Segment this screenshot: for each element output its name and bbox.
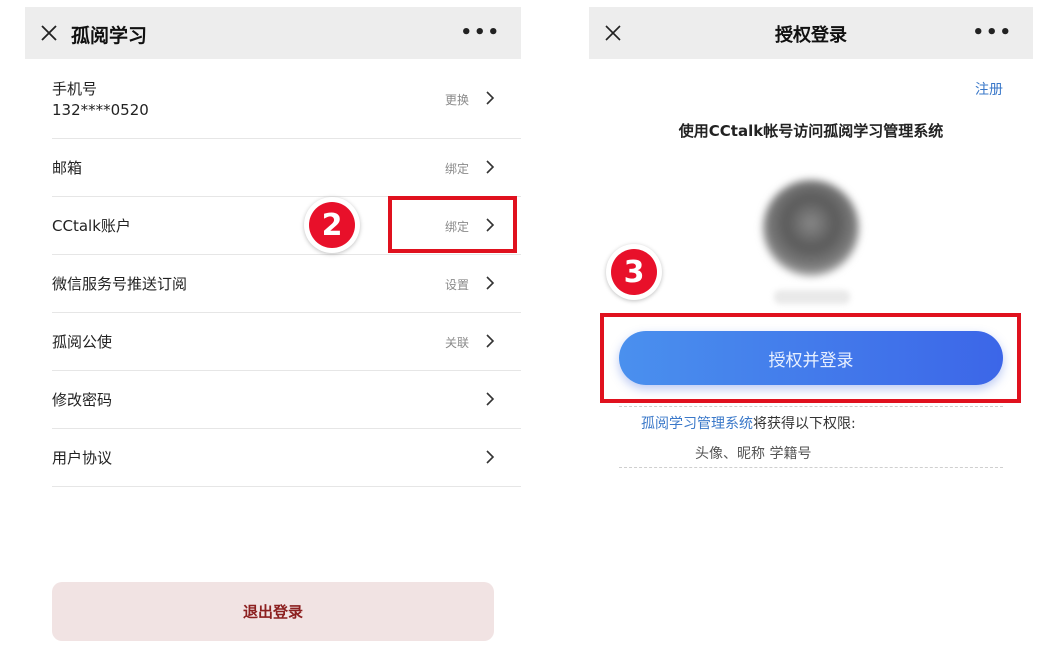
- bind-email-link[interactable]: 绑定: [445, 160, 469, 177]
- permission-suffix: 将获得以下权限:: [753, 416, 856, 432]
- step-3-highlight: [600, 313, 1021, 403]
- more-icon[interactable]: •••: [972, 24, 1013, 42]
- permission-items: 头像、昵称 学籍号: [695, 446, 812, 462]
- settings-row-change-password[interactable]: 修改密码: [52, 371, 521, 429]
- register-link[interactable]: 注册: [975, 79, 1003, 99]
- permission-statement: 孤阅学习管理系统将获得以下权限:: [641, 413, 856, 433]
- access-heading: 使用CCtalk帐号访问孤阅学习管理系统: [678, 122, 944, 140]
- page-title: 孤阅学习: [71, 25, 148, 47]
- row-label: 修改密码: [52, 391, 113, 409]
- logout-button[interactable]: 退出登录: [52, 582, 494, 641]
- settings-row-phone[interactable]: 手机号 132****0520 更换: [52, 59, 521, 139]
- avatar: [763, 180, 859, 276]
- close-icon[interactable]: [39, 23, 59, 43]
- chevron-right-icon: [486, 450, 495, 464]
- more-icon[interactable]: •••: [460, 24, 501, 42]
- divider-top: [619, 406, 1003, 407]
- row-label: 微信服务号推送订阅: [52, 275, 188, 293]
- row-label: 用户协议: [52, 449, 113, 467]
- settings-row-wechat-subscription[interactable]: 微信服务号推送订阅 设置: [52, 255, 521, 313]
- row-label: CCtalk账户: [52, 217, 131, 235]
- wechat-settings-link[interactable]: 设置: [445, 276, 469, 293]
- change-phone-link[interactable]: 更换: [445, 91, 469, 108]
- chevron-right-icon: [486, 334, 495, 348]
- step-2-badge: 2: [304, 197, 360, 253]
- phone-number: 132****0520: [52, 101, 149, 119]
- right-title-bar: 授权登录 •••: [589, 7, 1033, 59]
- permission-system-name[interactable]: 孤阅学习管理系统: [641, 416, 753, 432]
- chevron-right-icon: [486, 91, 495, 105]
- row-label: 孤阅公使: [52, 333, 113, 351]
- link-envoy-link[interactable]: 关联: [445, 334, 469, 351]
- settings-row-email[interactable]: 邮箱 绑定: [52, 139, 521, 197]
- chevron-right-icon: [486, 160, 495, 174]
- step-3-number: 3: [611, 249, 657, 295]
- step-2-highlight: [388, 196, 517, 253]
- divider-bottom: [619, 467, 1003, 468]
- page-title: 授权登录: [775, 25, 847, 46]
- account-settings-panel: 孤阅学习 ••• 手机号 132****0520 更换 邮箱 绑定 CCtalk…: [25, 0, 521, 662]
- blurred-username: [774, 290, 850, 304]
- settings-row-envoy[interactable]: 孤阅公使 关联: [52, 313, 521, 371]
- left-title-bar: 孤阅学习 •••: [25, 7, 521, 59]
- step-3-badge: 3: [606, 244, 662, 300]
- settings-row-user-agreement[interactable]: 用户协议: [52, 429, 521, 487]
- chevron-right-icon: [486, 392, 495, 406]
- chevron-right-icon: [486, 276, 495, 290]
- row-label: 邮箱: [52, 159, 83, 177]
- step-2-number: 2: [309, 202, 355, 248]
- row-label: 手机号: [52, 80, 98, 98]
- settings-list: 手机号 132****0520 更换 邮箱 绑定 CCtalk账户 绑定 微信服…: [52, 59, 521, 487]
